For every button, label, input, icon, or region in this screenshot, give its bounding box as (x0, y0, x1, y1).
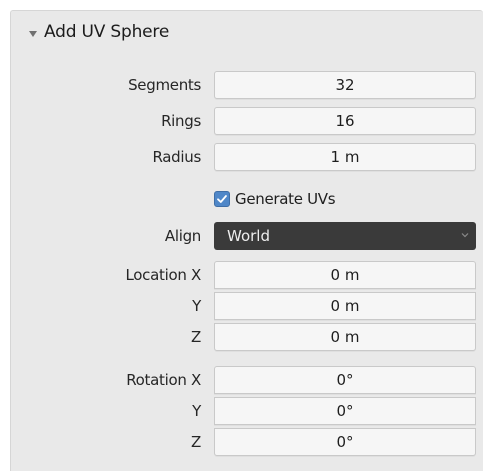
radius-field[interactable]: 1 m (214, 143, 476, 171)
location-x-label: Location X (125, 266, 202, 284)
segments-field[interactable]: 32 (214, 71, 476, 99)
location-y-label: Y (192, 297, 201, 315)
rotation-x-field[interactable]: 0° (214, 366, 476, 394)
generate-uvs-toggle[interactable]: Generate UVs (214, 186, 336, 212)
rotation-y-field[interactable]: 0° (214, 397, 476, 425)
generate-uvs-label: Generate UVs (235, 190, 336, 208)
segments-label: Segments (128, 76, 201, 94)
rotation-x-label: Rotation X (126, 371, 201, 389)
location-x-field[interactable]: 0 m (214, 261, 476, 289)
rotation-y-label: Y (192, 402, 201, 420)
chevron-down-icon (461, 233, 469, 238)
location-y-field[interactable]: 0 m (214, 292, 476, 320)
check-icon (217, 195, 227, 203)
generate-uvs-checkbox[interactable] (214, 191, 230, 207)
operator-panel: Add UV Sphere Segments 32 Rings 16 Radiu… (10, 10, 483, 471)
location-z-label: Z (191, 328, 201, 346)
rotation-z-label: Z (191, 433, 201, 451)
location-z-field[interactable]: 0 m (214, 323, 476, 351)
rotation-z-field[interactable]: 0° (214, 428, 476, 456)
align-label: Align (164, 227, 201, 245)
rings-label: Rings (161, 112, 201, 130)
align-dropdown[interactable]: World (214, 222, 476, 250)
panel-title: Add UV Sphere (44, 22, 170, 42)
triangle-down-icon[interactable] (29, 31, 37, 37)
rings-field[interactable]: 16 (214, 107, 476, 135)
panel-header[interactable]: Add UV Sphere (11, 11, 483, 57)
radius-label: Radius (152, 148, 202, 166)
align-value: World (227, 227, 270, 245)
